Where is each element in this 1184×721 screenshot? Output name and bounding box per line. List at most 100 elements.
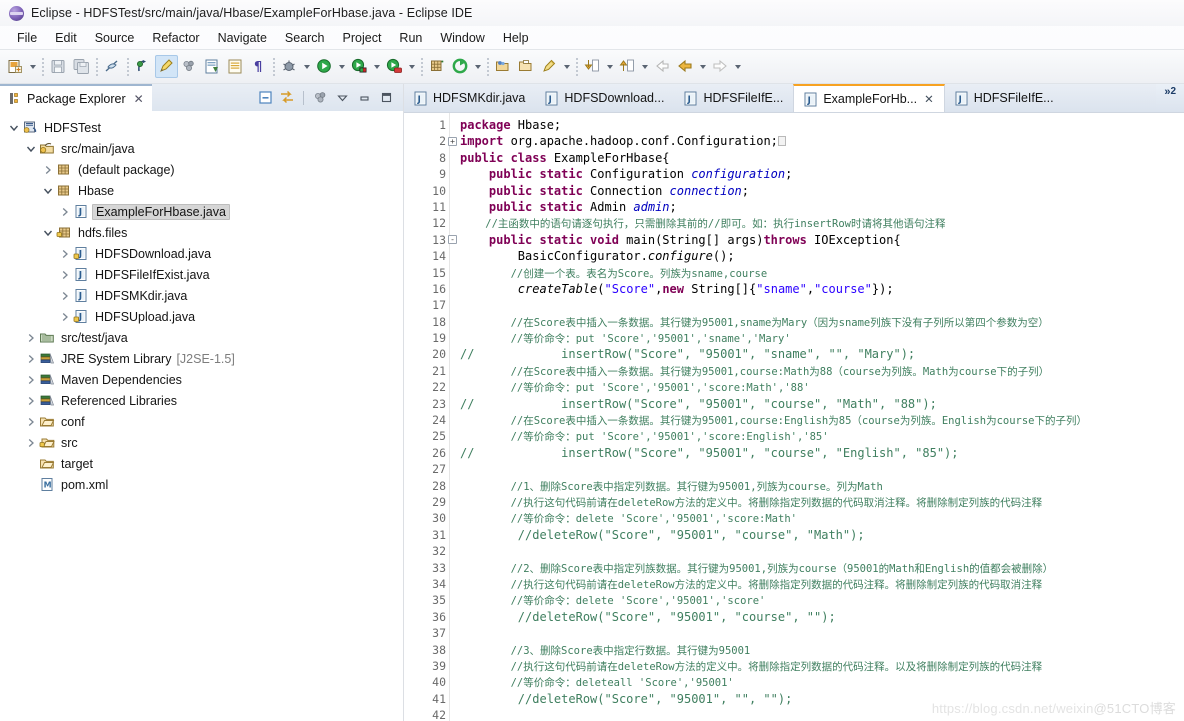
tree-item-hdfsdownload-java[interactable]: J HDFSDownload.java <box>0 243 403 264</box>
run-button[interactable] <box>313 55 336 78</box>
tree-item-hdfsmkdir-java[interactable]: J HDFSMKdir.java <box>0 285 403 306</box>
coverage-dropdown-arrow[interactable] <box>371 55 383 78</box>
chevron-right-icon[interactable] <box>57 264 73 285</box>
tree-item-exampleforhbase-java[interactable]: J ExampleForHbase.java <box>0 201 403 222</box>
profile-dropdown-arrow[interactable] <box>406 55 418 78</box>
chevron-right-icon[interactable] <box>57 285 73 306</box>
save-all-button[interactable] <box>70 55 93 78</box>
editor-tab-hdfsfileife[interactable]: J HDFSFileIfE... <box>674 84 793 112</box>
external-tools-button[interactable] <box>178 55 201 78</box>
fold-expand-icon[interactable]: + <box>448 137 457 147</box>
back-history-button[interactable] <box>651 55 674 78</box>
chevron-right-icon[interactable] <box>23 348 39 369</box>
run-dropdown-arrow[interactable] <box>336 55 348 78</box>
tree-item-target[interactable]: target <box>0 453 403 474</box>
chevron-down-icon[interactable] <box>6 117 22 138</box>
tree-item-hdfsupload-java[interactable]: J HDFSUpload.java <box>0 306 403 327</box>
show-whitespace-button[interactable]: ¶ <box>247 55 270 78</box>
menu-item-file[interactable]: File <box>8 29 46 47</box>
previous-edit-button[interactable] <box>674 55 697 78</box>
chevron-right-icon[interactable] <box>23 369 39 390</box>
menu-item-project[interactable]: Project <box>334 29 391 47</box>
chevron-right-icon[interactable] <box>23 432 39 453</box>
previous-annotation-dropdown-arrow[interactable] <box>639 55 651 78</box>
folded-imports-marker[interactable] <box>777 136 786 147</box>
new-package-button[interactable] <box>426 55 449 78</box>
collapse-all-button[interactable] <box>256 89 274 107</box>
open-task-button[interactable] <box>224 55 247 78</box>
menu-item-navigate[interactable]: Navigate <box>209 29 276 47</box>
editor-tab-hdfsfileife[interactable]: J HDFSFileIfE... <box>945 84 1064 112</box>
fold-collapse-icon[interactable]: - <box>448 235 457 245</box>
search-button[interactable] <box>538 55 561 78</box>
tree-item-hbase[interactable]: Hbase <box>0 180 403 201</box>
filters-icon[interactable] <box>311 89 329 107</box>
editor-tab-exampleforhb[interactable]: J ExampleForHb... ✕ <box>793 84 945 112</box>
maximize-view-button[interactable] <box>377 89 395 107</box>
profile-button[interactable] <box>383 55 406 78</box>
more-tabs-button[interactable]: » 2 <box>1156 84 1184 112</box>
new-java-project-button[interactable] <box>132 55 155 78</box>
menu-item-edit[interactable]: Edit <box>46 29 86 47</box>
minimize-view-button[interactable] <box>355 89 373 107</box>
chevron-down-icon[interactable] <box>23 138 39 159</box>
source-code[interactable]: package Hbase; import org.apache.hadoop.c… <box>450 113 1184 721</box>
tree-item-referenced-libraries[interactable]: Referenced Libraries <box>0 390 403 411</box>
generate-dropdown-arrow[interactable] <box>472 55 484 78</box>
open-type-button[interactable] <box>201 55 224 78</box>
save-button[interactable] <box>47 55 70 78</box>
coverage-button[interactable] <box>348 55 371 78</box>
chevron-right-icon[interactable] <box>23 411 39 432</box>
chevron-down-icon[interactable] <box>40 222 56 243</box>
menu-item-source[interactable]: Source <box>86 29 144 47</box>
tree-item-hdfstest[interactable]: HDFSTest <box>0 117 403 138</box>
forward-history-button[interactable] <box>709 55 732 78</box>
chevron-down-icon[interactable] <box>40 180 56 201</box>
generate-button[interactable] <box>449 55 472 78</box>
next-annotation-button[interactable] <box>581 55 604 78</box>
new-wizard-dropdown-arrow[interactable] <box>27 55 39 78</box>
tree-item-src-test-java[interactable]: src/test/java <box>0 327 403 348</box>
tree-item-hdfs-files[interactable]: hdfs.files <box>0 222 403 243</box>
menu-item-search[interactable]: Search <box>276 29 334 47</box>
toggle-highlight-button[interactable] <box>155 55 178 78</box>
close-icon[interactable]: ✕ <box>134 92 144 106</box>
editor-tab-hdfsdownload[interactable]: J HDFSDownload... <box>535 84 674 112</box>
search-dropdown-arrow[interactable] <box>561 55 573 78</box>
menu-item-refactor[interactable]: Refactor <box>143 29 208 47</box>
tree-item-default-package[interactable]: (default package) <box>0 159 403 180</box>
debug-dropdown-arrow[interactable] <box>301 55 313 78</box>
tree-item-src[interactable]: src <box>0 432 403 453</box>
chevron-right-icon[interactable] <box>57 201 73 222</box>
previous-annotation-button[interactable] <box>616 55 639 78</box>
menu-item-window[interactable]: Window <box>431 29 493 47</box>
chevron-right-icon[interactable] <box>40 159 56 180</box>
chevron-right-icon[interactable] <box>57 243 73 264</box>
toggle-mark-occurrences-button[interactable] <box>101 55 124 78</box>
view-menu-button[interactable] <box>333 89 351 107</box>
tree-item-hdfsfileifexist-java[interactable]: J HDFSFileIfExist.java <box>0 264 403 285</box>
tab-package-explorer[interactable]: Package Explorer ✕ <box>0 84 152 111</box>
open-resource-button[interactable] <box>492 55 515 78</box>
project-tree[interactable]: HDFSTest src/main/java (default package) Hb… <box>0 111 403 721</box>
editor-tab-hdfsmkdir-java[interactable]: J HDFSMKdir.java <box>404 84 535 112</box>
tree-item-maven-dependencies[interactable]: Maven Dependencies <box>0 369 403 390</box>
tree-item-conf[interactable]: conf <box>0 411 403 432</box>
menu-item-help[interactable]: Help <box>494 29 538 47</box>
previous-edit-dropdown-arrow[interactable] <box>697 55 709 78</box>
chevron-right-icon[interactable] <box>57 306 73 327</box>
close-icon[interactable]: ✕ <box>924 92 934 106</box>
chevron-right-icon[interactable] <box>23 390 39 411</box>
tree-item-src-main-java[interactable]: src/main/java <box>0 138 403 159</box>
code-editor[interactable]: 1 2 +8 9 10 11 12 13-14 15 16 17 18 19 20 21 22 23 24 25 26… <box>404 113 1184 721</box>
menu-item-run[interactable]: Run <box>390 29 431 47</box>
next-annotation-dropdown-arrow[interactable] <box>604 55 616 78</box>
forward-history-dropdown-arrow[interactable] <box>732 55 744 78</box>
tree-item-jre-system-library[interactable]: JRE System Library [J2SE-1.5] <box>0 348 403 369</box>
open-folder-button[interactable] <box>515 55 538 78</box>
new-wizard-button[interactable] <box>4 55 27 78</box>
tree-item-pom-xml[interactable]: Mpom.xml <box>0 474 403 495</box>
chevron-right-icon[interactable] <box>23 327 39 348</box>
debug-button[interactable] <box>278 55 301 78</box>
link-with-editor-button[interactable] <box>278 89 296 107</box>
